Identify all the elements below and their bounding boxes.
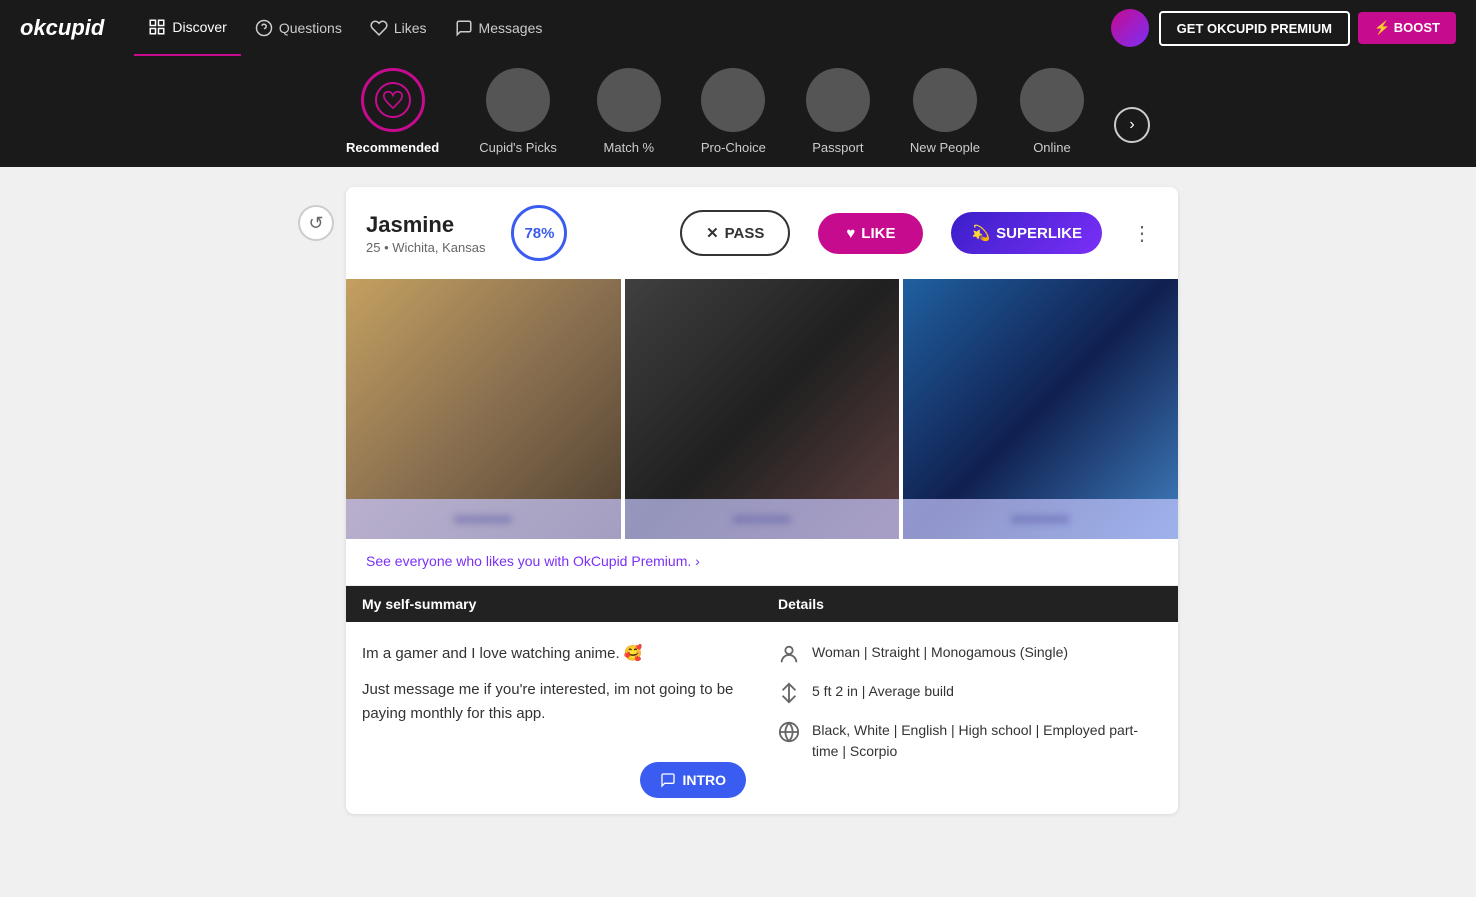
- intro-section: INTRO: [346, 762, 762, 814]
- profile-name: Jasmine: [366, 212, 485, 238]
- height-text: 5 ft 2 in | Average build: [812, 681, 954, 702]
- discover-match[interactable]: Match %: [577, 68, 681, 167]
- navbar: okcupid Discover Questions Likes Message…: [0, 0, 1476, 56]
- discover-icon: [148, 18, 166, 36]
- questions-icon: [255, 19, 273, 37]
- new-people-label: New People: [910, 140, 980, 155]
- messages-icon: [455, 19, 473, 37]
- premium-button[interactable]: GET OKCUPID PREMIUM: [1159, 11, 1350, 46]
- details-section: Details Woman | Straight | Monogamous (S…: [762, 585, 1178, 814]
- profile-photo-2[interactable]: ■■■■■■■: [625, 279, 900, 539]
- profile-photos: ■■■■■■■ ■■■■■■■ ■■■■■■■: [346, 279, 1178, 539]
- detail-height-row: 5 ft 2 in | Average build: [778, 681, 1162, 704]
- brand-logo[interactable]: okcupid: [20, 15, 104, 41]
- recommended-icon: [375, 82, 411, 118]
- profile-age-location: 25 • Wichita, Kansas: [366, 240, 485, 255]
- discover-next-button[interactable]: ›: [1114, 107, 1150, 143]
- profile-sections: My self-summary Im a gamer and I love wa…: [346, 585, 1178, 814]
- boost-button[interactable]: ⚡ BOOST: [1358, 12, 1456, 44]
- nav-messages[interactable]: Messages: [441, 0, 557, 56]
- self-summary-body: Im a gamer and I love watching anime. 🥰 …: [346, 622, 762, 762]
- profile-photo-3[interactable]: ■■■■■■■: [903, 279, 1178, 539]
- discover-bar: Recommended Cupid's Picks Match % Pro-Ch…: [0, 56, 1476, 167]
- orientation-icon: [778, 643, 800, 665]
- recommended-label: Recommended: [346, 140, 439, 155]
- details-header: Details: [762, 586, 1178, 622]
- pro-choice-img: [701, 68, 765, 132]
- details-body: Woman | Straight | Monogamous (Single) 5…: [762, 622, 1178, 798]
- ethnicity-text: Black, White | English | High school | E…: [812, 720, 1162, 762]
- superlike-icon: 💫: [971, 224, 990, 242]
- undo-button[interactable]: ↺: [298, 205, 334, 241]
- superlike-button[interactable]: 💫 SUPERLIKE: [951, 212, 1102, 254]
- discover-pro-choice[interactable]: Pro-Choice: [681, 68, 786, 167]
- passport-img: [806, 68, 870, 132]
- online-label: Online: [1033, 140, 1071, 155]
- user-avatar[interactable]: [1111, 9, 1149, 47]
- main-content: ↺ Jasmine 25 • Wichita, Kansas 78%: [0, 167, 1476, 834]
- intro-button[interactable]: INTRO: [640, 762, 746, 798]
- premium-banner: See everyone who likes you with OkCupid …: [346, 539, 1178, 585]
- pro-choice-label: Pro-Choice: [701, 140, 766, 155]
- orientation-text: Woman | Straight | Monogamous (Single): [812, 642, 1068, 663]
- profile-header: Jasmine 25 • Wichita, Kansas 78% ✕ PASS: [346, 187, 1178, 279]
- nav-questions[interactable]: Questions: [241, 0, 356, 56]
- match-percentage-circle: 78%: [511, 205, 567, 261]
- more-options-button[interactable]: ⋮: [1126, 217, 1158, 249]
- premium-link[interactable]: See everyone who likes you with OkCupid …: [366, 553, 700, 569]
- self-summary-section: My self-summary Im a gamer and I love wa…: [346, 585, 762, 814]
- like-heart-icon: ♥: [846, 225, 855, 242]
- discover-online[interactable]: Online: [1000, 68, 1104, 167]
- pass-button[interactable]: ✕ PASS: [680, 210, 790, 256]
- nav-discover[interactable]: Discover: [134, 0, 240, 56]
- nav-likes[interactable]: Likes: [356, 0, 441, 56]
- detail-orientation-row: Woman | Straight | Monogamous (Single): [778, 642, 1162, 665]
- discover-cupids-picks[interactable]: Cupid's Picks: [459, 68, 577, 167]
- like-button[interactable]: ♥ LIKE: [818, 213, 923, 254]
- discover-new-people[interactable]: New People: [890, 68, 1000, 167]
- new-people-img: [913, 68, 977, 132]
- discover-passport[interactable]: Passport: [786, 68, 890, 167]
- profile-info: Jasmine 25 • Wichita, Kansas: [366, 212, 485, 255]
- match-img: [597, 68, 661, 132]
- profile-card: Jasmine 25 • Wichita, Kansas 78% ✕ PASS: [346, 187, 1178, 814]
- detail-ethnicity-row: Black, White | English | High school | E…: [778, 720, 1162, 762]
- match-label: Match %: [604, 140, 655, 155]
- height-icon: [778, 682, 800, 704]
- pass-x-icon: ✕: [706, 224, 719, 242]
- profile-photo-1[interactable]: ■■■■■■■: [346, 279, 621, 539]
- chat-icon: [660, 772, 676, 788]
- heart-icon: [370, 19, 388, 37]
- self-summary-text-1: Im a gamer and I love watching anime. 🥰: [362, 642, 746, 666]
- online-img: [1020, 68, 1084, 132]
- self-summary-header: My self-summary: [346, 586, 762, 622]
- cupids-picks-label: Cupid's Picks: [479, 140, 557, 155]
- passport-label: Passport: [812, 140, 863, 155]
- recommended-img: [361, 68, 425, 132]
- self-summary-text-2: Just message me if you're interested, im…: [362, 678, 746, 726]
- cupids-picks-img: [486, 68, 550, 132]
- globe-icon: [778, 721, 800, 743]
- discover-recommended[interactable]: Recommended: [326, 68, 459, 167]
